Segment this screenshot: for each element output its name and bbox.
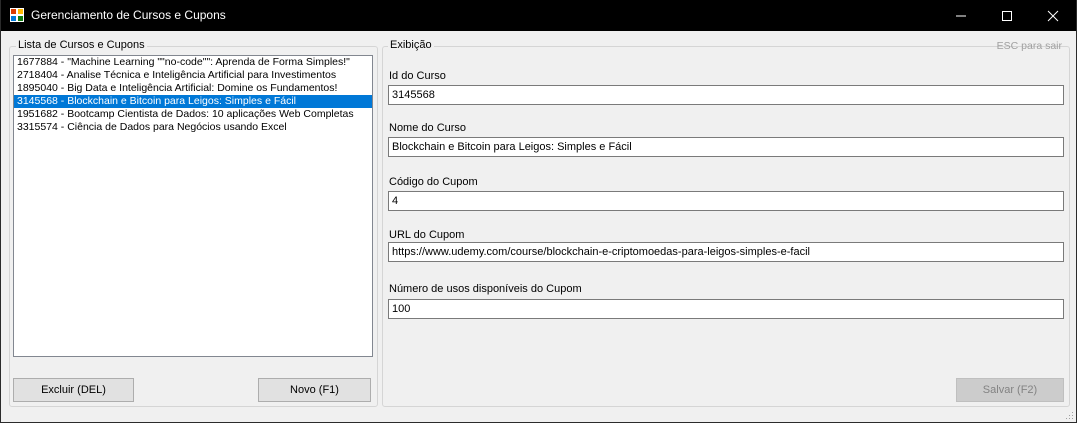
course-name-input[interactable] [388, 137, 1064, 157]
minimize-button[interactable] [938, 0, 984, 31]
coupon-code-input[interactable] [388, 191, 1064, 211]
list-item[interactable]: 1951682 - Bootcamp Cientista de Dados: 1… [14, 108, 372, 121]
course-list-legend: Lista de Cursos e Cupons [16, 39, 147, 51]
course-id-input[interactable] [388, 85, 1064, 105]
coupon-url-input[interactable] [388, 242, 1064, 262]
resize-grip-icon[interactable] [1064, 410, 1074, 420]
coupon-code-label: Código do Cupom [389, 176, 478, 188]
app-icon [10, 8, 24, 22]
window-title: Gerenciamento de Cursos e Cupons [31, 8, 226, 22]
title-bar[interactable]: Gerenciamento de Cursos e Cupons [1, 0, 1076, 31]
close-icon [1047, 10, 1059, 22]
display-legend: Exibição [388, 39, 434, 51]
new-button[interactable]: Novo (F1) [258, 378, 371, 402]
main-window: Gerenciamento de Cursos e Cupons Lista d… [0, 0, 1077, 423]
list-item[interactable]: 3145568 - Blockchain e Bitcoin para Leig… [14, 95, 372, 108]
delete-button[interactable]: Excluir (DEL) [13, 378, 134, 402]
uses-input[interactable] [388, 299, 1064, 319]
list-item[interactable]: 1677884 - "Machine Learning ""no-code"":… [14, 56, 372, 69]
close-button[interactable] [1030, 0, 1076, 31]
course-name-label: Nome do Curso [389, 122, 467, 134]
save-button[interactable]: Salvar (F2) [956, 378, 1064, 402]
minimize-icon [956, 15, 966, 17]
list-item[interactable]: 3315574 - Ciência de Dados para Negócios… [14, 121, 372, 134]
list-item[interactable]: 1895040 - Big Data e Inteligência Artifi… [14, 82, 372, 95]
coupon-url-label: URL do Cupom [389, 229, 465, 241]
course-listbox[interactable]: 1677884 - "Machine Learning ""no-code"":… [13, 55, 373, 357]
course-id-label: Id do Curso [389, 70, 446, 82]
esc-hint: ESC para sair [996, 40, 1062, 52]
maximize-button[interactable] [984, 0, 1030, 31]
list-item[interactable]: 2718404 - Analise Técnica e Inteligência… [14, 69, 372, 82]
maximize-icon [1002, 11, 1012, 21]
uses-label: Número de usos disponíveis do Cupom [389, 283, 582, 295]
